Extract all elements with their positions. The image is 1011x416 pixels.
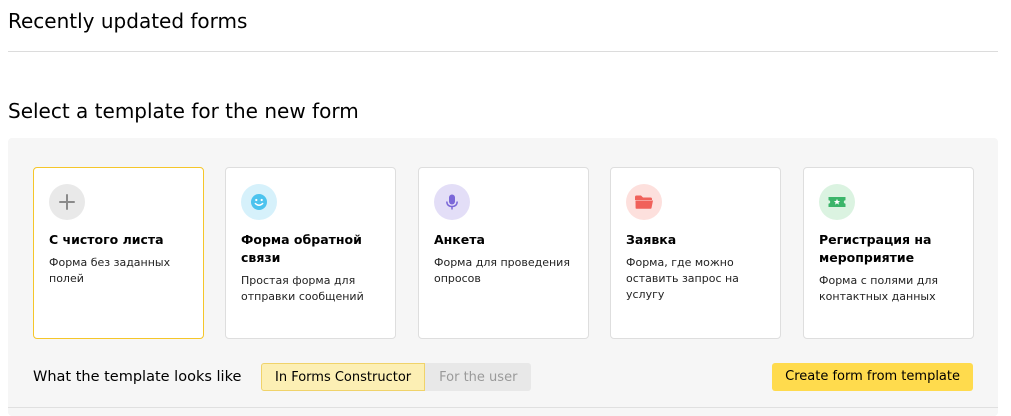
preview-mode-constructor[interactable]: In Forms Constructor — [261, 363, 426, 391]
card-title: Заявка — [626, 232, 677, 247]
card-description: Форма, где можно оставить запрос на услу… — [626, 256, 739, 301]
divider — [8, 51, 998, 52]
card-description: Форма для проведения опросов — [434, 256, 570, 285]
panel-divider — [8, 407, 998, 408]
template-card-request[interactable]: Заявка Форма, где можно оставить запрос … — [610, 167, 781, 339]
template-card-event[interactable]: Регистрация на мероприятие Форма с полям… — [803, 167, 974, 339]
card-title: С чистого листа — [49, 232, 164, 247]
folder-icon — [626, 184, 662, 220]
card-description: Форма без заданных полей — [49, 256, 171, 285]
card-title: Форма обратной связи — [241, 232, 362, 265]
microphone-icon — [434, 184, 470, 220]
recent-forms-title: Recently updated forms — [8, 9, 248, 33]
card-title: Анкета — [434, 232, 485, 247]
card-description: Простая форма для отправки сообщений — [241, 274, 364, 303]
plus-icon — [49, 184, 85, 220]
template-card-survey[interactable]: Анкета Форма для проведения опросов — [418, 167, 589, 339]
create-form-button[interactable]: Create form from template — [772, 363, 973, 391]
ticket-icon — [819, 184, 855, 220]
smile-icon — [241, 184, 277, 220]
card-description: Форма с полями для контактных данных — [819, 274, 939, 303]
preview-label: What the template looks like — [33, 369, 242, 385]
preview-controls: What the template looks like In Forms Co… — [33, 363, 973, 391]
preview-mode-user[interactable]: For the user — [425, 363, 532, 391]
template-card-blank[interactable]: С чистого листа Форма без заданных полей — [33, 167, 204, 339]
preview-mode-toggle: In Forms Constructor For the user — [261, 363, 532, 391]
template-section-title: Select a template for the new form — [8, 99, 359, 123]
template-card-feedback[interactable]: Форма обратной связи Простая форма для о… — [225, 167, 396, 339]
card-title: Регистрация на мероприятие — [819, 232, 932, 265]
